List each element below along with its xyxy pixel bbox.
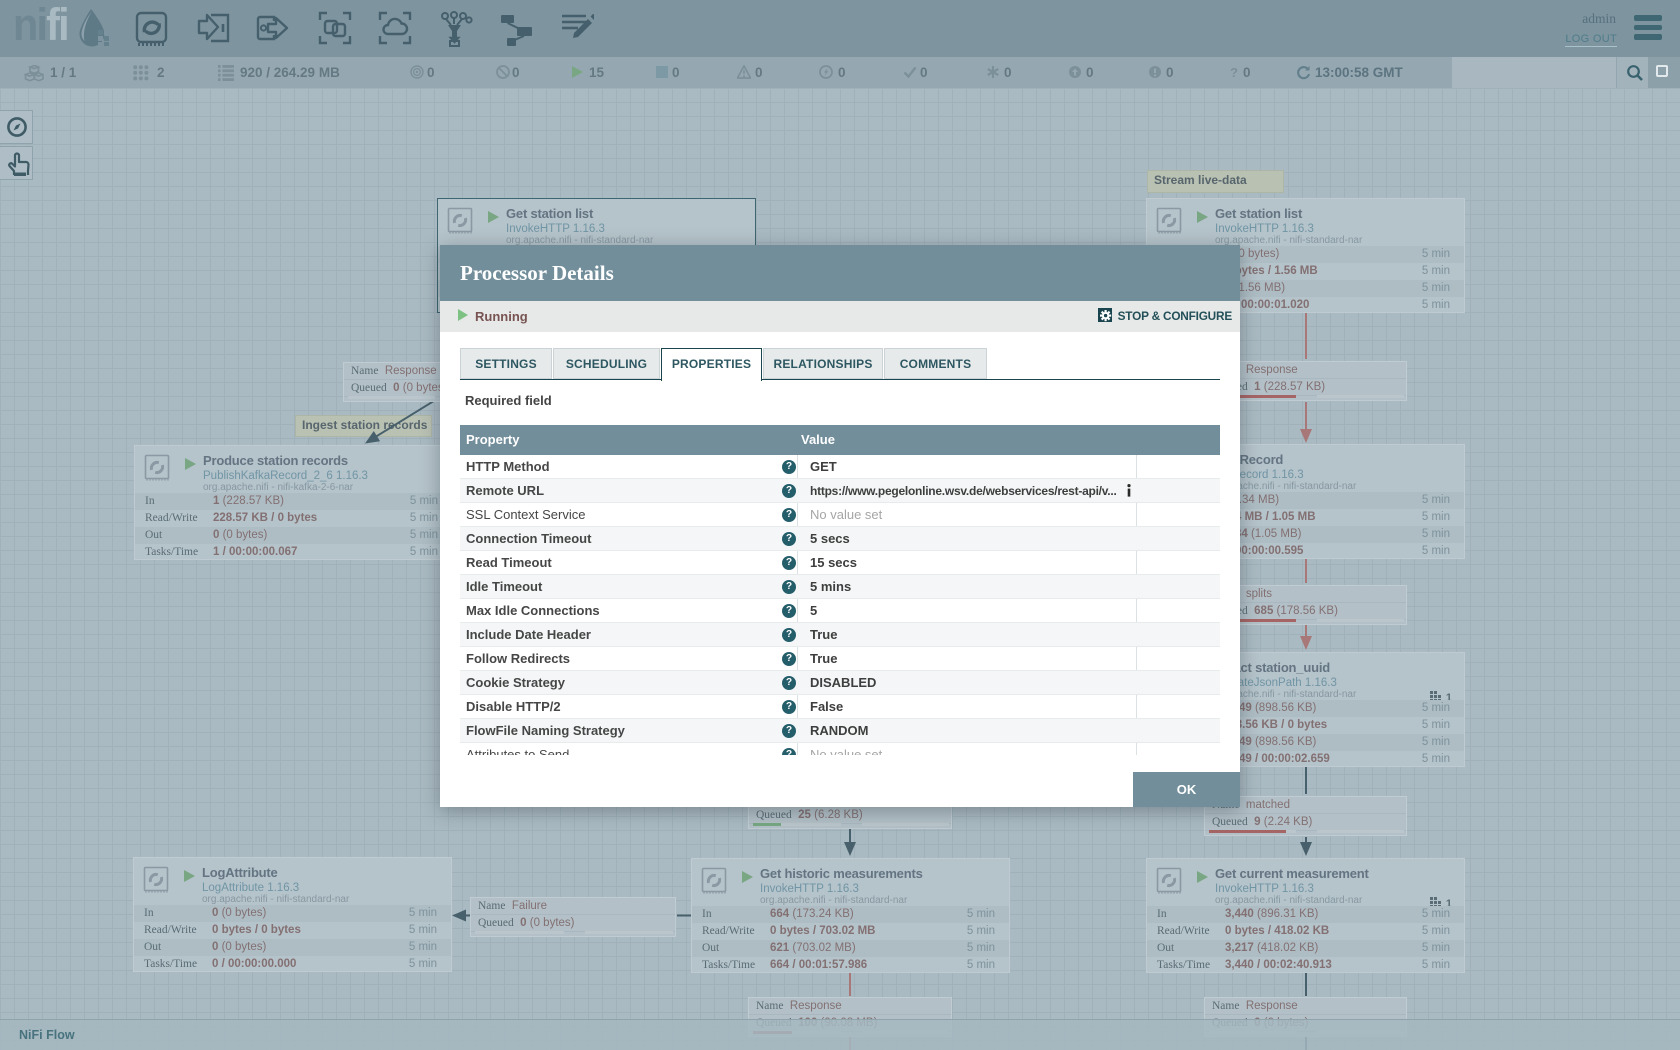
svg-text:?: ? (1230, 65, 1238, 79)
